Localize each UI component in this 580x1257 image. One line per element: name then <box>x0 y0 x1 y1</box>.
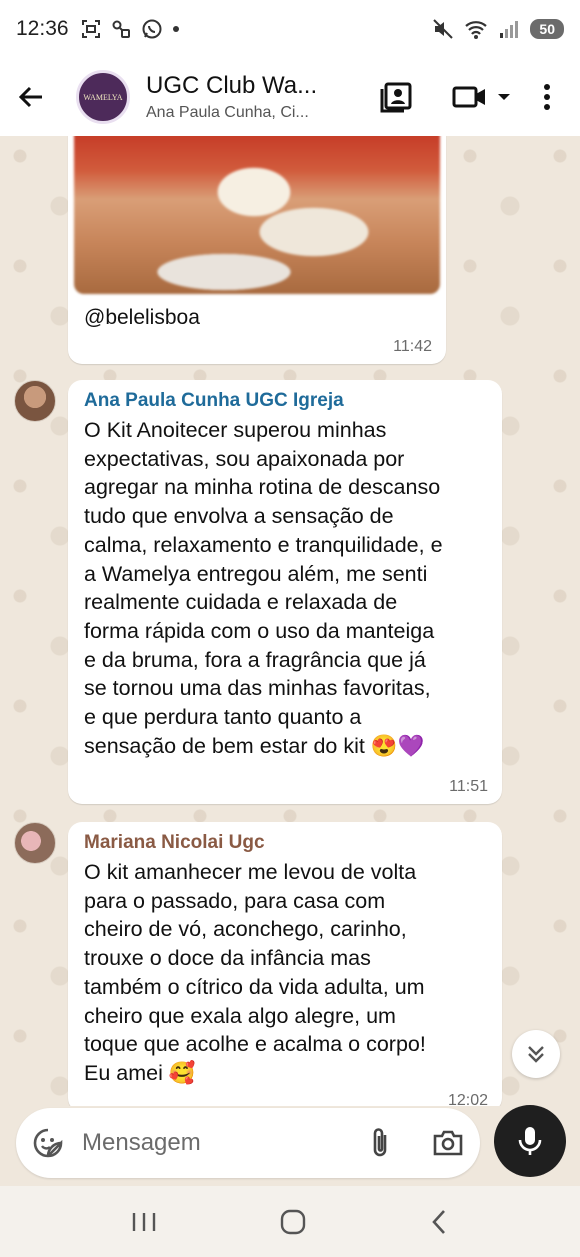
message-line: sensação de bem estar do kit 😍💜 <box>84 733 425 758</box>
group-avatar-text: WAMELYA <box>83 92 123 102</box>
text-message[interactable]: Ana Paula Cunha UGC Igreja O Kit Anoitec… <box>68 380 502 804</box>
message-composer <box>16 1108 480 1178</box>
message-photo[interactable] <box>74 136 440 294</box>
message-line: cheiro que exala algo alegre, um <box>84 1003 396 1028</box>
attach-icon[interactable] <box>368 1126 392 1160</box>
message-line: O Kit Anoitecer superou minhas <box>84 418 387 442</box>
sender-avatar[interactable] <box>14 822 56 864</box>
chat-area[interactable]: @belelisboa 11:42 Ana Paula Cunha UGC Ig… <box>0 136 580 1106</box>
message-text: O Kit Anoitecer superou minhas expectati… <box>84 416 486 760</box>
message-line: a Wamelya entregou além, me senti <box>84 561 428 586</box>
voice-message-button[interactable] <box>494 1105 566 1177</box>
sender-name[interactable]: Ana Paula Cunha UGC Igreja <box>84 390 486 412</box>
sticker-icon[interactable] <box>32 1127 64 1159</box>
message-line: toque que acolhe e acalma o corpo! <box>84 1032 426 1057</box>
message-line: e da bruma, fora a fragrância que já <box>84 647 426 672</box>
scroll-to-bottom-button[interactable] <box>512 1030 560 1078</box>
more-options-button[interactable] <box>522 58 572 136</box>
group-members: Ana Paula Cunha, Ci... <box>146 104 309 121</box>
message-line: agregar na minha rotina de descanso <box>84 475 441 500</box>
sender-name[interactable]: Mariana Nicolai Ugc <box>84 832 486 854</box>
system-navigation-bar <box>0 1186 580 1257</box>
message-time: 11:42 <box>393 338 432 355</box>
status-icons-left <box>81 18 179 40</box>
message-line: O kit amanhecer me levou de volta <box>84 860 417 884</box>
message-line: e que perdura tanto quanto a <box>84 705 362 730</box>
group-title: UGC Club Wa... <box>146 72 318 99</box>
message-line: realmente cuidada e relaxada de <box>84 590 398 615</box>
member-list-button[interactable] <box>366 58 426 136</box>
link-icon <box>112 20 130 38</box>
recent-apps-icon[interactable] <box>131 1211 157 1233</box>
home-icon[interactable] <box>279 1208 307 1236</box>
mute-icon <box>433 19 454 39</box>
group-info[interactable]: UGC Club Wa... Ana Paula Cunha, Ci... <box>146 72 332 122</box>
video-call-button[interactable] <box>442 58 522 136</box>
arrow-back-icon <box>18 86 42 108</box>
dot-icon <box>172 26 179 32</box>
message-line: forma rápida com o uso da manteiga <box>84 618 435 643</box>
chat-header: WAMELYA UGC Club Wa... Ana Paula Cunha, … <box>0 58 580 136</box>
message-line: para o passado, para casa com <box>84 888 386 913</box>
video-camera-icon <box>452 86 485 108</box>
back-button[interactable] <box>0 58 62 136</box>
image-message[interactable]: @belelisboa 11:42 <box>68 136 446 364</box>
message-time: 12:02 <box>447 1092 488 1106</box>
camera-icon[interactable] <box>432 1129 464 1157</box>
message-line: calma, relaxamento e tranquilidade, e <box>84 532 443 557</box>
microphone-icon <box>518 1127 542 1155</box>
contacts-icon <box>380 82 412 113</box>
caret-down-icon <box>498 94 510 100</box>
status-time: 12:36 <box>16 17 69 40</box>
message-line: tudo que envolva a sensação de <box>84 504 394 529</box>
message-line: trouxe o doce da infância mas <box>84 946 371 971</box>
wifi-icon <box>465 21 488 39</box>
message-time: 11:51 <box>449 778 488 795</box>
text-message[interactable]: Mariana Nicolai Ugc O kit amanhecer me l… <box>68 822 502 1106</box>
whatsapp-icon <box>142 19 162 39</box>
message-line: Eu amei 🥰 <box>84 1060 196 1085</box>
header-actions <box>366 58 580 136</box>
status-icons-right: 50 <box>432 18 564 40</box>
signal-icon <box>500 21 519 38</box>
battery-icon: 50 <box>530 19 564 39</box>
composer-actions <box>368 1126 464 1160</box>
group-avatar[interactable]: WAMELYA <box>76 70 130 124</box>
screenshot-icon <box>81 20 100 38</box>
message-line: expectativas, sou apaixonada por <box>84 446 405 471</box>
message-caption: @belelisboa <box>84 306 200 329</box>
back-nav-icon[interactable] <box>429 1208 449 1236</box>
message-text: O kit amanhecer me levou de volta para o… <box>84 858 486 1088</box>
message-line: cheiro de vó, aconchego, carinho, <box>84 917 407 942</box>
more-vertical-icon <box>544 84 550 110</box>
message-input[interactable] <box>82 1129 342 1157</box>
message-line: se tornou uma das minhas favoritas, <box>84 676 431 701</box>
message-line: também o cítrico da vida adulta, um <box>84 974 425 999</box>
double-chevron-down-icon <box>528 1046 544 1063</box>
status-bar: 12:36 50 <box>0 0 580 58</box>
sender-avatar[interactable] <box>14 380 56 422</box>
